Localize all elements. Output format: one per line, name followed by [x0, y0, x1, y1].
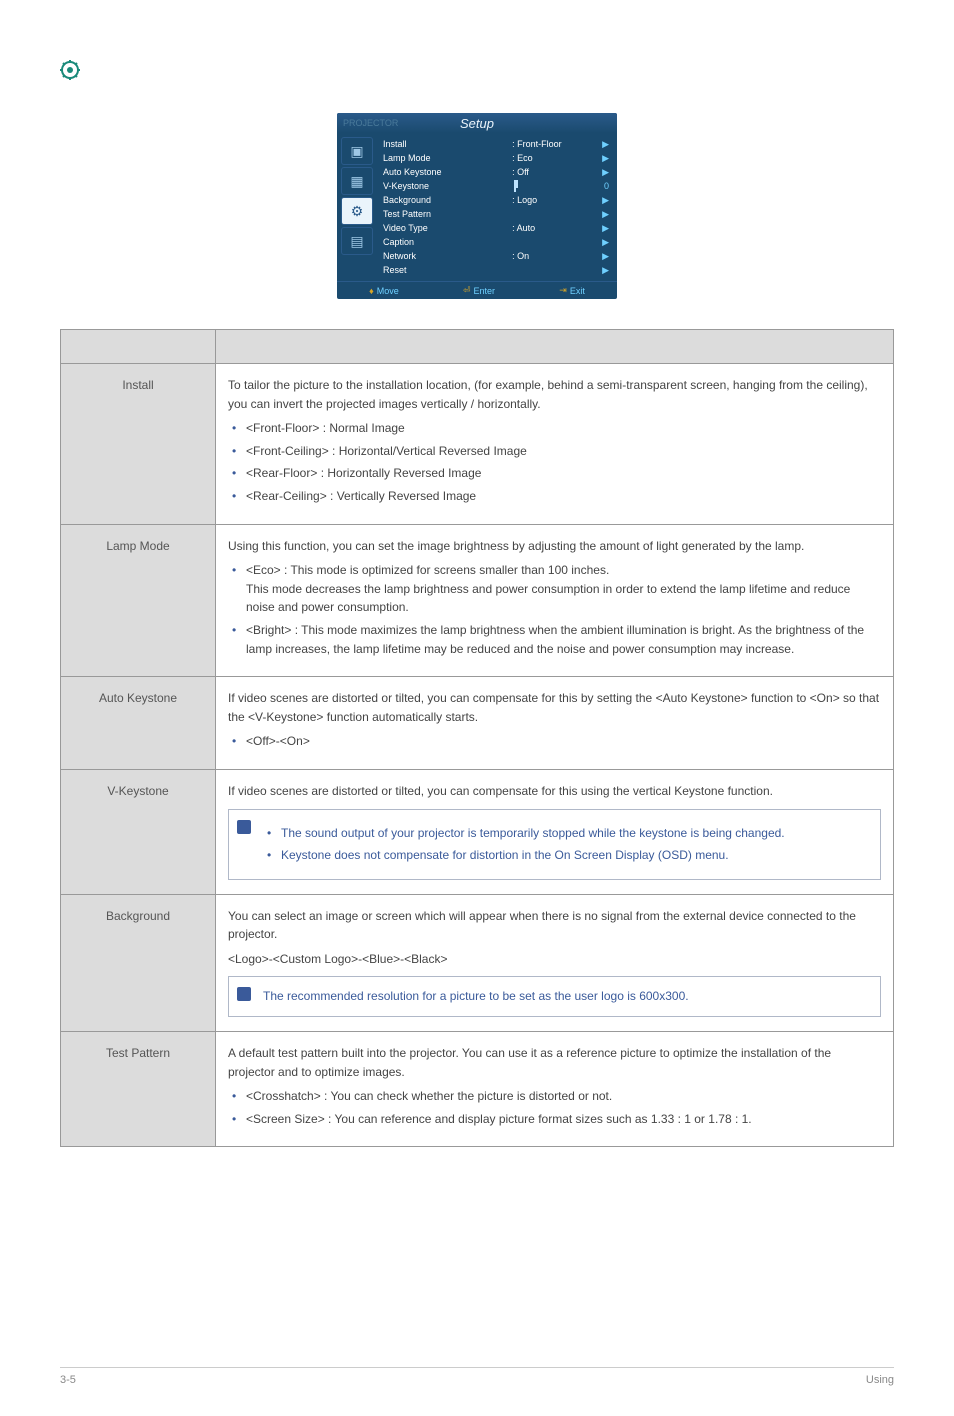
section-title: Using — [866, 1374, 894, 1386]
bg-desc: You can select an image or screen which … — [228, 907, 881, 944]
osd-row-network: Network : On ▶ — [383, 249, 609, 263]
vkey-desc: If video scenes are distorted or tilted,… — [228, 782, 881, 801]
row-v-keystone: V-Keystone If video scenes are distorted… — [61, 769, 894, 894]
lamp-eco: <Eco> : This mode is optimized for scree… — [228, 561, 881, 617]
row-test-pattern: Test Pattern A default test pattern buil… — [61, 1032, 894, 1147]
gear-icon — [60, 60, 80, 80]
install-desc: To tailor the picture to the installatio… — [228, 376, 881, 413]
row-auto-keystone: Auto Keystone If video scenes are distor… — [61, 677, 894, 770]
row-autokey-content: If video scenes are distorted or tilted,… — [216, 677, 894, 770]
row-vkey-title: V-Keystone — [61, 769, 216, 894]
osd-footer-exit: ⇥Exit — [559, 285, 585, 296]
row-background: Background You can select an image or sc… — [61, 894, 894, 1031]
page-number: 3-5 — [60, 1374, 76, 1386]
osd-icon-option: ▤ — [341, 227, 373, 255]
test-list: <Crosshatch> : You can check whether the… — [228, 1087, 881, 1128]
install-list: <Front-Floor> : Normal Image <Front-Ceil… — [228, 419, 881, 505]
osd-footer-move: ♦Move — [369, 286, 399, 296]
row-lamp-content: Using this function, you can set the ima… — [216, 524, 894, 677]
bg-note: The recommended resolution for a picture… — [263, 989, 689, 1003]
row-vkey-content: If video scenes are distorted or tilted,… — [216, 769, 894, 894]
header-right — [216, 330, 894, 364]
bg-opts: <Logo>-<Custom Logo>-<Blue>-<Black> — [228, 950, 881, 969]
install-item: <Front-Ceiling> : Horizontal/Vertical Re… — [228, 442, 881, 461]
vkey-note-box: The sound output of your projector is te… — [228, 809, 881, 880]
install-item: <Rear-Ceiling> : Vertically Reversed Ima… — [228, 487, 881, 506]
row-bg-content: You can select an image or screen which … — [216, 894, 894, 1031]
row-install: Install To tailor the picture to the ins… — [61, 364, 894, 525]
install-item: <Rear-Floor> : Horizontally Reversed Ima… — [228, 464, 881, 483]
autokey-list: <Off>-<On> — [228, 732, 881, 751]
test-desc: A default test pattern built into the pr… — [228, 1044, 881, 1081]
row-install-title: Install — [61, 364, 216, 525]
lamp-eco-sub: This mode decreases the lamp brightness … — [246, 580, 881, 617]
osd-row-reset: Reset ▶ — [383, 263, 609, 277]
osd-menu-list: Install : Front-Floor ▶ Lamp Mode : Eco … — [381, 133, 617, 281]
osd-icon-setup: ⚙ — [341, 197, 373, 225]
osd-tab-projector: PROJECTOR — [337, 118, 404, 128]
bg-note-box: The recommended resolution for a picture… — [228, 976, 881, 1017]
osd-header: PROJECTOR Setup — [337, 113, 617, 133]
settings-table: Install To tailor the picture to the ins… — [60, 329, 894, 1147]
test-item1: <Crosshatch> : You can check whether the… — [228, 1087, 881, 1106]
vkey-note1: The sound output of your projector is te… — [263, 824, 870, 843]
page-header-icon — [60, 60, 894, 83]
header-left — [61, 330, 216, 364]
page-footer: 3-5 Using — [60, 1367, 894, 1386]
autokey-item: <Off>-<On> — [228, 732, 881, 751]
table-header-row — [61, 330, 894, 364]
osd-row-auto-keystone: Auto Keystone : Off ▶ — [383, 165, 609, 179]
install-item: <Front-Floor> : Normal Image — [228, 419, 881, 438]
note-icon — [237, 820, 251, 834]
osd-footer-enter: ⏎Enter — [463, 285, 495, 296]
row-autokey-title: Auto Keystone — [61, 677, 216, 770]
lamp-desc: Using this function, you can set the ima… — [228, 537, 881, 556]
osd-row-video-type: Video Type : Auto ▶ — [383, 221, 609, 235]
osd-screenshot: PROJECTOR Setup ▣ ▦ ⚙ ▤ Install : Front-… — [337, 113, 617, 299]
lamp-bright: <Bright> : This mode maximizes the lamp … — [228, 621, 881, 658]
row-lamp-title: Lamp Mode — [61, 524, 216, 677]
osd-slider — [514, 180, 516, 192]
autokey-desc: If video scenes are distorted or tilted,… — [228, 689, 881, 726]
lamp-list: <Eco> : This mode is optimized for scree… — [228, 561, 881, 658]
osd-row-install: Install : Front-Floor ▶ — [383, 137, 609, 151]
osd-row-caption: Caption ▶ — [383, 235, 609, 249]
osd-body: ▣ ▦ ⚙ ▤ Install : Front-Floor ▶ Lamp Mod… — [337, 133, 617, 281]
test-item2: <Screen Size> : You can reference and di… — [228, 1110, 881, 1129]
row-install-content: To tailor the picture to the installatio… — [216, 364, 894, 525]
vkey-note-list: The sound output of your projector is te… — [263, 824, 870, 865]
note-icon — [237, 987, 251, 1001]
row-lamp-mode: Lamp Mode Using this function, you can s… — [61, 524, 894, 677]
osd-title: Setup — [460, 116, 494, 131]
osd-row-v-keystone: V-Keystone 0 — [383, 179, 609, 193]
osd-side-icons: ▣ ▦ ⚙ ▤ — [337, 133, 381, 281]
row-test-content: A default test pattern built into the pr… — [216, 1032, 894, 1147]
vkey-note2: Keystone does not compensate for distort… — [263, 846, 870, 865]
osd-row-test-pattern: Test Pattern ▶ — [383, 207, 609, 221]
osd-footer: ♦Move ⏎Enter ⇥Exit — [337, 281, 617, 299]
osd-row-lamp-mode: Lamp Mode : Eco ▶ — [383, 151, 609, 165]
row-bg-title: Background — [61, 894, 216, 1031]
osd-row-background: Background : Logo ▶ — [383, 193, 609, 207]
osd-icon-input: ▣ — [341, 137, 373, 165]
row-test-title: Test Pattern — [61, 1032, 216, 1147]
osd-icon-picture: ▦ — [341, 167, 373, 195]
